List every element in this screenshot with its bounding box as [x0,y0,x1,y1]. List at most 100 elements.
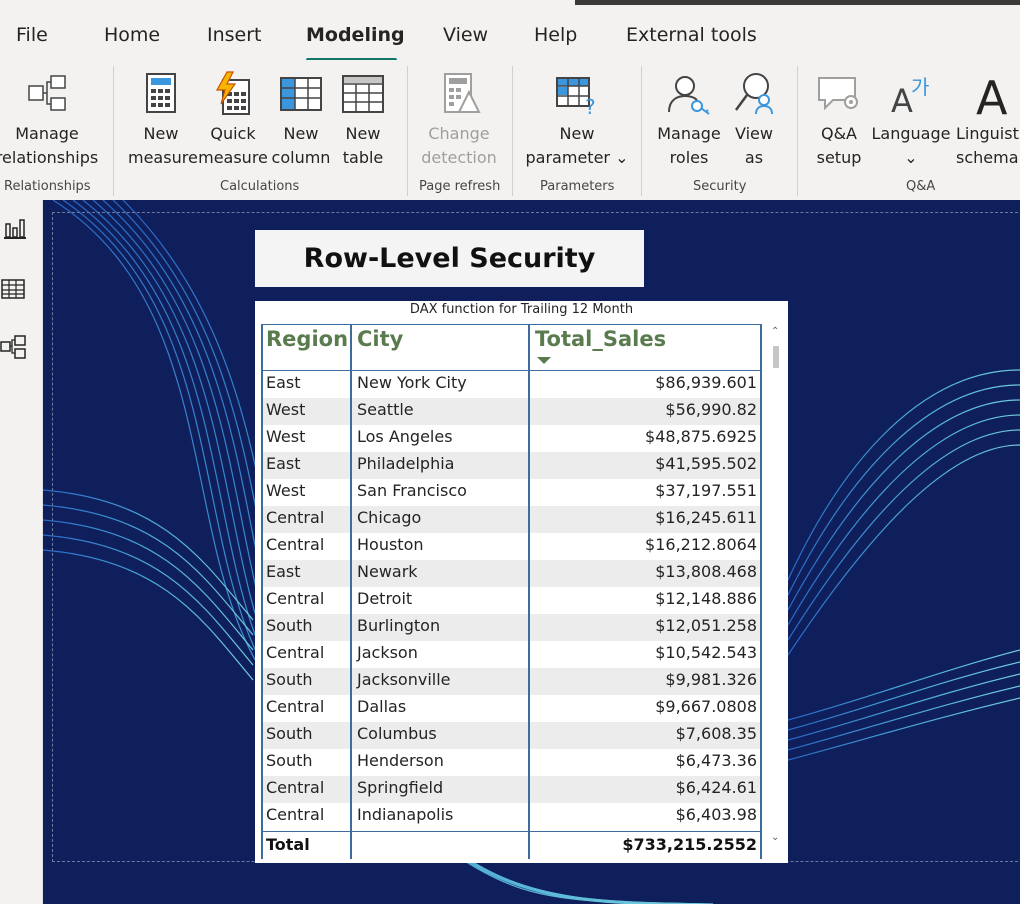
cell-city: Columbus [357,724,437,743]
cell-region: West [266,481,306,500]
scroll-thumb[interactable] [773,346,779,368]
manage-relationships-button[interactable]: Manage relationships [0,60,104,178]
language-button[interactable]: A 가 Language ⌄ [870,60,952,178]
menu-file[interactable]: File [16,24,48,46]
report-canvas[interactable]: Row-Level Security DAX function for Trai… [43,200,1020,904]
cell-total-sales: $56,990.82 [665,400,757,419]
view-as-button[interactable]: View as [728,60,780,178]
svg-text:A: A [891,82,913,118]
scroll-up-icon[interactable]: ⌃ [771,326,779,337]
header-top-border [261,324,762,325]
new-parameter-button[interactable]: ? New parameter ⌄ [522,60,632,178]
cell-region: Central [266,778,325,797]
language-icon: A 가 [891,75,929,118]
change-detection-button[interactable]: Change detection [416,60,502,178]
language-label: Language ⌄ [871,124,951,167]
cell-total-sales: $48,875.6925 [645,427,757,446]
column-header-region[interactable]: Region [266,327,348,351]
cell-total-sales: $6,424.61 [675,778,757,797]
table-row[interactable]: South Columbus $7,608.35 [261,722,762,749]
view-switcher [0,200,43,904]
table-row[interactable]: East Newark $13,808.468 [261,560,762,587]
model-view-icon[interactable] [0,334,26,360]
table-row[interactable]: West San Francisco $37,197.551 [261,479,762,506]
manage-roles-button[interactable]: Manage roles [652,60,726,178]
cell-city: Chicago [357,508,422,527]
group-separator [797,66,798,196]
table-row[interactable]: South Henderson $6,473.36 [261,749,762,776]
table-row[interactable]: East New York City $86,939.601 [261,371,762,398]
cell-total-sales: $10,542.543 [655,643,757,662]
quick-measure-icon [215,71,250,115]
column-border [350,324,352,859]
new-measure-button[interactable]: New measure [128,60,198,178]
quick-measure-button[interactable]: Quick measure [198,60,268,178]
column-header-city[interactable]: City [357,327,403,351]
qa-setup-button[interactable]: Q&A setup [808,60,870,178]
relationships-icon [28,75,66,111]
total-value: $733,215.2552 [622,835,757,854]
sort-descending-icon[interactable] [537,357,551,364]
group-label-relationships: Relationships [4,179,91,194]
change-detection-icon [444,73,481,113]
table-row[interactable]: Central Houston $16,212.8064 [261,533,762,560]
table-icon [342,75,384,113]
table-row[interactable]: Central Indianapolis $6,403.98 [261,803,762,830]
table-row[interactable]: South Jacksonville $9,981.326 [261,668,762,695]
cell-total-sales: $86,939.601 [655,373,757,392]
menu-insert[interactable]: Insert [207,24,262,46]
new-table-label: New table [342,124,384,167]
menu-view[interactable]: View [443,24,488,46]
table-row[interactable]: Central Detroit $12,148.886 [261,587,762,614]
menu-modeling[interactable]: Modeling [306,24,405,46]
svg-text:A: A [976,71,1008,118]
cell-city: San Francisco [357,481,467,500]
column-header-total-sales[interactable]: Total_Sales [535,327,666,351]
linguistic-schema-icon: A [976,71,1008,118]
menu-help[interactable]: Help [534,24,577,46]
group-label-qa: Q&A [906,179,936,194]
cell-total-sales: $9,667.0808 [655,697,757,716]
menu-external-tools[interactable]: External tools [626,24,757,46]
total-row: Total $733,215.2552 [261,832,762,859]
parameter-icon: ? [556,77,596,118]
table-column-icon [280,77,322,111]
new-table-button[interactable]: New table [334,60,392,178]
report-title[interactable]: Row-Level Security [255,230,644,287]
new-column-button[interactable]: New column [268,60,334,178]
menu-home[interactable]: Home [104,24,160,46]
cell-city: Philadelphia [357,454,455,473]
table-scrollbar[interactable]: ⌃ ⌄ [770,324,782,859]
cell-city: Springfield [357,778,444,797]
table-row[interactable]: West Seattle $56,990.82 [261,398,762,425]
cell-city: Seattle [357,400,414,419]
table-row[interactable]: West Los Angeles $48,875.6925 [261,425,762,452]
table-row[interactable]: Central Springfield $6,424.61 [261,776,762,803]
view-as-label: View as [735,124,773,167]
table-row[interactable]: Central Jackson $10,542.543 [261,641,762,668]
svg-text:가: 가 [911,75,929,99]
table-row[interactable]: South Burlington $12,051.258 [261,614,762,641]
cell-region: West [266,427,306,446]
scroll-down-icon[interactable]: ⌄ [771,832,779,843]
cell-total-sales: $41,595.502 [655,454,757,473]
table-visual[interactable]: DAX function for Trailing 12 Month Regio… [255,301,788,863]
report-view-icon[interactable] [2,216,28,242]
new-parameter-label: New parameter ⌄ [525,124,629,167]
new-column-label: New column [271,124,331,167]
svg-text:?: ? [585,95,596,118]
quick-measure-label: Quick measure [198,124,268,167]
cell-city: Indianapolis [357,805,454,824]
data-view-icon[interactable] [0,276,26,302]
cell-city: Burlington [357,616,441,635]
group-label-calculations: Calculations [220,179,300,194]
menu-bar: File Home Insert Modeling View Help Exte… [0,6,1020,62]
table-row[interactable]: East Philadelphia $41,595.502 [261,452,762,479]
cell-total-sales: $9,981.326 [665,670,757,689]
table-row[interactable]: Central Chicago $16,245.611 [261,506,762,533]
table-row[interactable]: Central Dallas $9,667.0808 [261,695,762,722]
group-label-page-refresh: Page refresh [419,179,501,194]
ribbon: Manage relationships Relationships New m… [0,60,1020,200]
linguistic-schema-button[interactable]: A Linguistic schema ⌄ [952,60,1020,178]
cell-city: Henderson [357,751,444,770]
